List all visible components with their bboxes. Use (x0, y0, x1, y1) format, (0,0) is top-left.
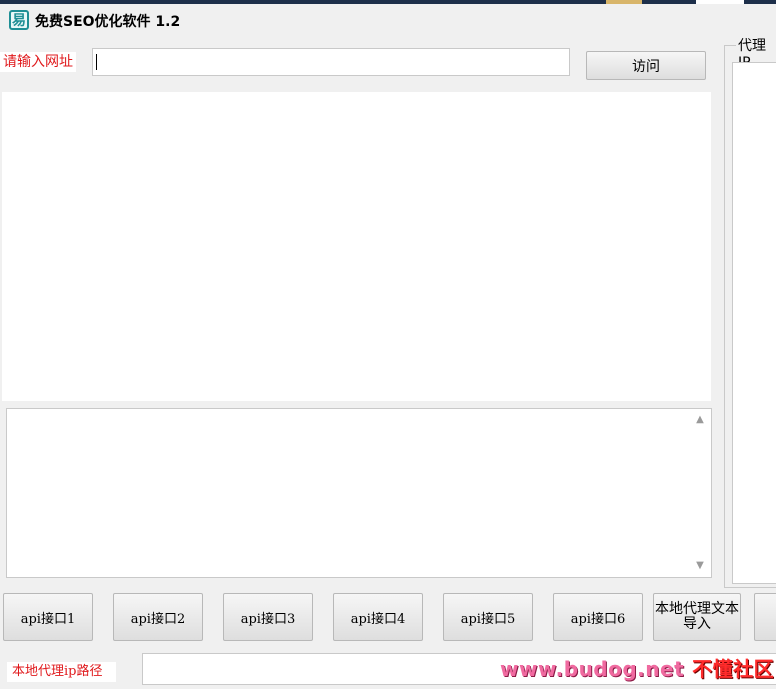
app-logo-icon: 易 (9, 10, 29, 30)
app-logo-glyph: 易 (12, 13, 26, 29)
log-textarea[interactable]: ▲ ▼ (6, 408, 712, 578)
watermark-site: www.budog.net (500, 657, 685, 681)
window-title: 免费SEO优化软件 1.2 (35, 14, 181, 30)
watermark-name: 不懂社区 (692, 657, 775, 681)
proxy-ip-list[interactable] (732, 62, 776, 584)
api-button-1[interactable]: api接口1 (3, 593, 93, 641)
browser-view[interactable] (2, 92, 711, 401)
title-bar[interactable]: 易 免费SEO优化软件 1.2 (0, 4, 776, 36)
scroll-up-arrow-icon[interactable]: ▲ (694, 414, 706, 426)
visit-button[interactable]: 访问 (586, 51, 706, 80)
local-proxy-import-button[interactable]: 本地代理文本导入 (653, 593, 741, 641)
api-button-6[interactable]: api接口6 (553, 593, 643, 641)
url-input[interactable] (92, 48, 570, 76)
log-scrollbar[interactable]: ▲ ▼ (689, 409, 711, 577)
api-button-4[interactable]: api接口4 (333, 593, 423, 641)
watermark: www.budog.net 不懂社区 (500, 653, 774, 682)
extra-button[interactable] (754, 593, 776, 641)
api-button-3[interactable]: api接口3 (223, 593, 313, 641)
text-caret (96, 54, 97, 70)
scroll-down-arrow-icon[interactable]: ▼ (694, 560, 706, 572)
local-path-label: 本地代理ip路径 (7, 662, 117, 682)
api-button-2[interactable]: api接口2 (113, 593, 203, 641)
api-button-5[interactable]: api接口5 (443, 593, 533, 641)
url-label: 请输入网址 (0, 52, 76, 72)
